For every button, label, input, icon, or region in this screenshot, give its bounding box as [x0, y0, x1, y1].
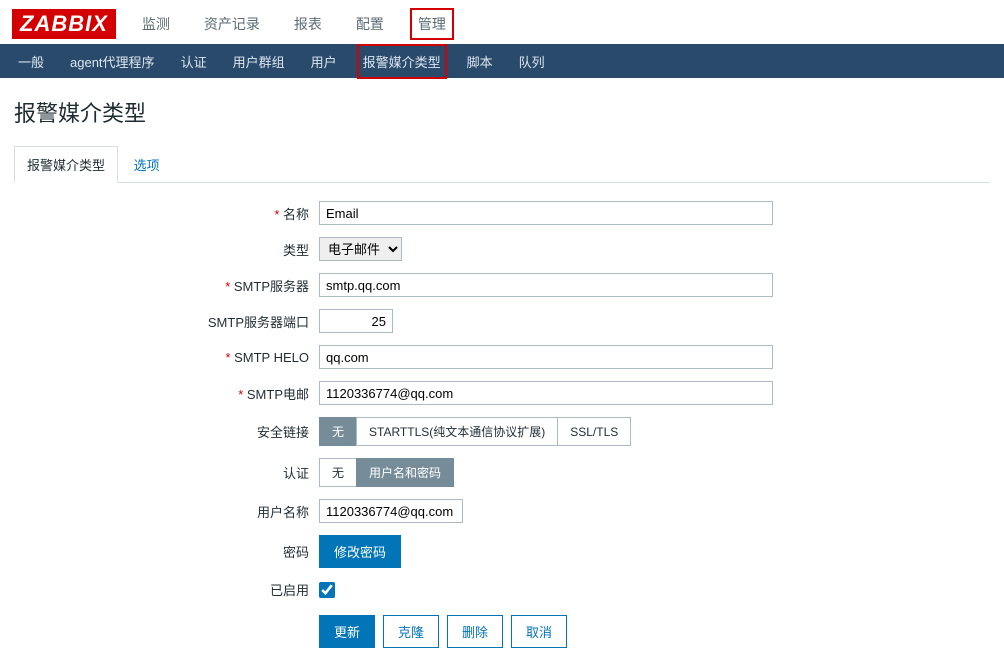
subnav-scripts[interactable]: 脚本 — [461, 44, 499, 79]
smtp-port-label: SMTP服务器端口 — [14, 312, 319, 331]
auth-label: 认证 — [14, 463, 319, 482]
security-btngroup: 无 STARTTLS(纯文本通信协议扩展) SSL/TLS — [319, 417, 631, 446]
subnav-users[interactable]: 用户 — [305, 44, 343, 79]
change-password-button[interactable]: 修改密码 — [319, 535, 401, 568]
type-label: 类型 — [14, 240, 319, 259]
auth-userpass[interactable]: 用户名和密码 — [356, 458, 454, 487]
smtp-port-input[interactable] — [319, 309, 393, 333]
topnav-monitoring[interactable]: 监测 — [134, 8, 178, 40]
page-content: 报警媒介类型 报警媒介类型 选项 名称 类型 电子邮件 SMTP服务器 SMTP… — [0, 78, 1004, 670]
logo[interactable]: ZABBIX — [12, 9, 116, 39]
clone-button[interactable]: 克隆 — [383, 615, 439, 648]
username-input[interactable] — [319, 499, 463, 523]
top-nav: ZABBIX 监测 资产记录 报表 配置 管理 — [0, 0, 1004, 44]
subnav-general[interactable]: 一般 — [12, 44, 50, 79]
subnav-usergroups[interactable]: 用户群组 — [227, 44, 291, 79]
subnav-auth[interactable]: 认证 — [175, 44, 213, 79]
enabled-label: 已启用 — [14, 580, 319, 599]
sub-nav: 一般 agent代理程序 认证 用户群组 用户 报警媒介类型 脚本 队列 — [0, 44, 1004, 78]
smtp-email-label: SMTP电邮 — [14, 384, 319, 403]
smtp-server-input[interactable] — [319, 273, 773, 297]
page-title: 报警媒介类型 — [14, 96, 990, 128]
smtp-server-label: SMTP服务器 — [14, 276, 319, 295]
name-input[interactable] — [319, 201, 773, 225]
enabled-checkbox[interactable] — [319, 582, 335, 598]
subnav-mediatypes[interactable]: 报警媒介类型 — [357, 44, 447, 79]
topnav-config[interactable]: 配置 — [348, 8, 392, 40]
security-ssltls[interactable]: SSL/TLS — [557, 417, 631, 446]
username-label: 用户名称 — [14, 502, 319, 521]
update-button[interactable]: 更新 — [319, 615, 375, 648]
type-select[interactable]: 电子邮件 — [319, 237, 402, 261]
password-label: 密码 — [14, 542, 319, 561]
name-label: 名称 — [14, 204, 319, 223]
tabs: 报警媒介类型 选项 — [14, 146, 990, 183]
tab-options[interactable]: 选项 — [122, 147, 172, 182]
subnav-queue[interactable]: 队列 — [513, 44, 551, 79]
smtp-email-input[interactable] — [319, 381, 773, 405]
cancel-button[interactable]: 取消 — [511, 615, 567, 648]
smtp-helo-input[interactable] — [319, 345, 773, 369]
topnav-admin[interactable]: 管理 — [410, 8, 454, 40]
security-label: 安全链接 — [14, 422, 319, 441]
auth-none[interactable]: 无 — [319, 458, 357, 487]
topnav-reports[interactable]: 报表 — [286, 8, 330, 40]
security-starttls[interactable]: STARTTLS(纯文本通信协议扩展) — [356, 417, 558, 446]
tab-mediatype[interactable]: 报警媒介类型 — [14, 146, 118, 183]
subnav-proxies[interactable]: agent代理程序 — [64, 44, 161, 79]
topnav-inventory[interactable]: 资产记录 — [196, 8, 268, 40]
delete-button[interactable]: 删除 — [447, 615, 503, 648]
auth-btngroup: 无 用户名和密码 — [319, 458, 454, 487]
smtp-helo-label: SMTP HELO — [14, 350, 319, 365]
security-none[interactable]: 无 — [319, 417, 357, 446]
